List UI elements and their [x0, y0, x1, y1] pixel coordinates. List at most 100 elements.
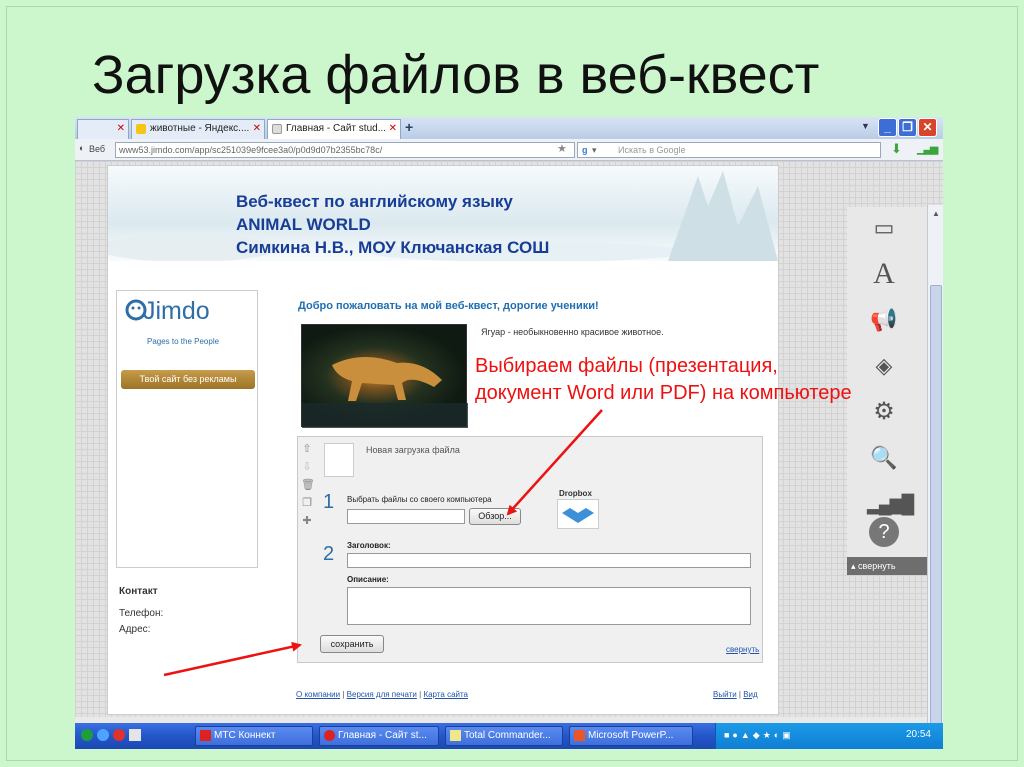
step-number: 1	[323, 491, 335, 513]
app-icon	[200, 730, 211, 741]
about-link[interactable]: О компании	[296, 690, 340, 699]
font-icon[interactable]: A	[867, 257, 901, 291]
stats-icon[interactable]: ▂▄▆█	[867, 487, 914, 521]
logo-text: Jimdo	[143, 297, 210, 325]
url-field[interactable]: www53.jimdo.com/app/sc251039e9fcee3a0/p0…	[115, 142, 575, 158]
quicklaunch-icon[interactable]	[129, 729, 141, 741]
clock: 20:54	[905, 729, 931, 740]
site-banner: Веб-квест по английскому языку ANIMAL WO…	[108, 166, 778, 261]
copy-icon[interactable]: ❐	[301, 497, 313, 509]
web-icon: ◐	[79, 143, 85, 153]
print-link[interactable]: Версия для печати	[347, 690, 417, 699]
sitemap-link[interactable]: Карта сайта	[423, 690, 468, 699]
help-icon[interactable]: ?	[869, 517, 899, 547]
logout-link[interactable]: Выйти	[713, 690, 737, 699]
heading-input[interactable]	[347, 553, 751, 568]
quicklaunch-icon[interactable]	[97, 729, 109, 741]
welcome-heading: Добро пожаловать на мой веб-квест, дорог…	[298, 300, 599, 312]
step-number: 2	[323, 543, 335, 565]
taskbar-item[interactable]: Главная - Сайт st...	[319, 726, 439, 746]
gear-icon[interactable]: ⚙	[867, 395, 901, 429]
opera-icon	[324, 730, 335, 741]
arrow-up-icon[interactable]: ⇧	[301, 443, 313, 455]
annotation-text: Выбираем файлы (презентация, документ Wo…	[475, 353, 852, 407]
login-footer: Выйти | Вид	[713, 690, 758, 699]
view-link[interactable]: Вид	[743, 690, 757, 699]
tab-list-icon[interactable]: ▼	[861, 121, 870, 131]
signal-icon: ▁▃▅	[917, 143, 938, 155]
annotation-line: Выбираем файлы (презентация,	[475, 355, 778, 377]
file-path-input[interactable]	[347, 509, 465, 524]
browse-button[interactable]: Обзор...	[469, 508, 521, 525]
browser-screenshot: ✕ животные - Яндекс.... ✕ Главная - Сайт…	[75, 117, 943, 749]
system-tray: ■●▲◆★◐▣ 20:54	[715, 723, 943, 749]
contact-heading: Контакт	[119, 586, 158, 597]
arrow-down-icon[interactable]: ⇩	[301, 461, 313, 473]
quicklaunch-icon[interactable]	[81, 729, 93, 741]
search-input[interactable]: g ▾ Искать в Google	[577, 142, 881, 158]
monitor-icon[interactable]: ▭	[867, 211, 901, 245]
taskbar-item[interactable]: Microsoft PowerP...	[569, 726, 693, 746]
banner-line: Веб-квест по английскому языку	[236, 192, 513, 211]
tab-main[interactable]: Главная - Сайт stud... ✕	[267, 119, 401, 139]
new-upload-label: Новая загрузка файла	[366, 445, 460, 455]
collapse-link[interactable]: свернуть	[726, 645, 759, 654]
star-icon[interactable]: ★	[557, 142, 567, 155]
banner-text: Веб-квест по английскому языку ANIMAL WO…	[236, 190, 549, 259]
description-label: Описание:	[347, 575, 389, 584]
maximize-icon[interactable]: ❐	[898, 118, 917, 137]
tab-label: животные - Яндекс....	[150, 123, 250, 134]
close-icon[interactable]: ✕	[389, 120, 397, 138]
ad-free-button[interactable]: Твой сайт без рекламы	[121, 370, 255, 389]
jaguar-caption: Ягуар - необыкновенно красивое животное.	[481, 327, 664, 337]
address-prefix: Веб	[89, 144, 106, 154]
taskbar-label: МТС Коннект	[214, 730, 276, 741]
trash-icon[interactable]: 🗑	[301, 479, 315, 491]
dropbox-button[interactable]: Dropbox	[557, 489, 601, 529]
banner-line: ANIMAL WORLD	[236, 215, 371, 234]
megaphone-icon[interactable]: 📢	[867, 303, 901, 337]
magnifier-icon[interactable]: 🔍	[867, 441, 901, 475]
logo-subtitle: Pages to the People	[147, 337, 220, 346]
tab-1[interactable]: ✕	[77, 119, 129, 139]
jimdo-site: Веб-квест по английскому языку ANIMAL WO…	[107, 165, 779, 715]
save-button[interactable]: сохранить	[320, 635, 384, 653]
google-icon: g	[582, 145, 588, 155]
download-icon[interactable]: ⬇	[891, 141, 902, 157]
dropbox-label: Dropbox	[559, 489, 592, 498]
slide-title: Загрузка файлов в веб-квест	[92, 45, 820, 105]
upload-panel: ⇧ ⇩ 🗑 ❐ ✚ Новая загрузка файла 1 Выбрать…	[297, 436, 763, 663]
scroll-up-icon[interactable]: ▲	[932, 209, 940, 218]
tray-icons: ■●▲◆★◐▣	[724, 730, 794, 740]
chevron-down-icon: ▾	[592, 145, 597, 155]
plus-icon[interactable]: ✚	[301, 515, 313, 527]
taskbar: МТС Коннект Главная - Сайт st... Total C…	[75, 723, 943, 749]
favicon-icon	[136, 124, 146, 134]
description-textarea[interactable]	[347, 587, 751, 625]
scrollbar-thumb[interactable]	[930, 285, 942, 749]
minimize-icon[interactable]: _	[878, 118, 897, 137]
box-icon[interactable]: ◈	[867, 349, 901, 383]
close-window-icon[interactable]: ✕	[918, 118, 937, 137]
jimdo-toolbar: ▭ A 📢 ◈ ⚙ 🔍 ▂▄▆█ ? ▴ свернуть	[847, 207, 927, 575]
powerpoint-icon	[574, 730, 585, 741]
opera-icon[interactable]	[113, 729, 125, 741]
jaguar-image	[301, 324, 468, 428]
annotation-line: документ Word или PDF) на компьютере	[475, 382, 852, 404]
scrollbar[interactable]: ▲ ▼	[927, 205, 943, 749]
document-icon	[324, 443, 354, 477]
dropbox-icon	[557, 499, 599, 529]
tab-animals[interactable]: животные - Яндекс.... ✕	[131, 119, 265, 139]
close-icon[interactable]: ✕	[117, 120, 125, 138]
close-icon[interactable]: ✕	[253, 120, 261, 138]
taskbar-item[interactable]: МТС Коннект	[195, 726, 313, 746]
site-footer: О компании | Версия для печати | Карта с…	[296, 690, 469, 699]
search-placeholder: Искать в Google	[618, 145, 686, 155]
collapse-panel-button[interactable]: ▴ свернуть	[847, 557, 927, 575]
heading-label: Заголовок:	[347, 541, 391, 550]
new-tab-icon[interactable]: +	[405, 119, 413, 135]
tool-column: ⇧ ⇩ 🗑 ❐ ✚	[298, 437, 315, 537]
taskbar-item[interactable]: Total Commander...	[445, 726, 563, 746]
page-icon	[272, 124, 282, 134]
app-icon	[450, 730, 461, 741]
